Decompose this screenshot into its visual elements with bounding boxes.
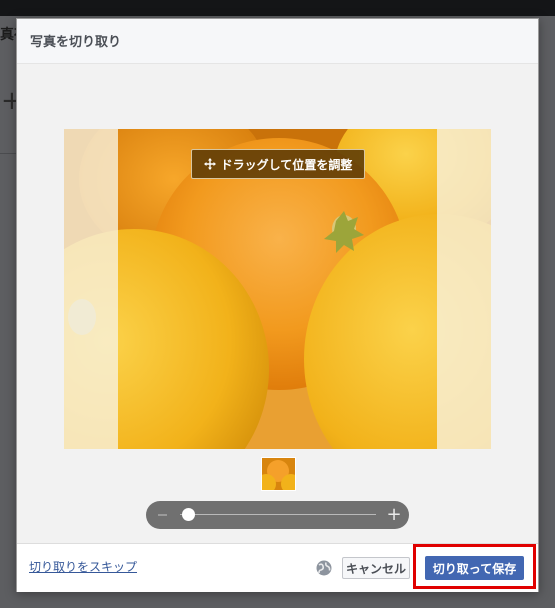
crop-mask-right <box>437 129 491 449</box>
cancel-button[interactable]: キャンセル <box>342 557 410 579</box>
zoom-minus-icon <box>158 514 167 516</box>
zoom-plus-icon[interactable]: + <box>386 505 402 525</box>
annotation-highlight-box <box>413 544 536 589</box>
dialog-header: 写真を切り取り <box>17 19 538 64</box>
dialog-title: 写真を切り取り <box>30 35 122 50</box>
background-topbar <box>0 0 555 16</box>
zoom-slider[interactable]: + <box>146 501 409 529</box>
photo-thumbnail <box>261 457 296 491</box>
drag-to-reposition-hint[interactable]: ドラッグして位置を調整 <box>191 149 365 179</box>
drag-hint-label: ドラッグして位置を調整 <box>220 157 353 172</box>
crop-area[interactable]: ドラッグして位置を調整 <box>64 129 491 449</box>
zoom-track[interactable] <box>180 514 376 515</box>
skip-cropping-link[interactable]: 切り取りをスキップ <box>29 558 137 575</box>
globe-icon[interactable] <box>316 560 332 576</box>
background-divider <box>0 153 16 154</box>
crop-photo-dialog: 写真を切り取り ドラッグして位置を調整 + 切り取りをスキップ キャンセル 切り… <box>16 18 539 592</box>
zoom-slider-handle[interactable] <box>182 508 195 521</box>
crop-mask-left <box>64 129 118 449</box>
move-icon <box>203 158 216 170</box>
